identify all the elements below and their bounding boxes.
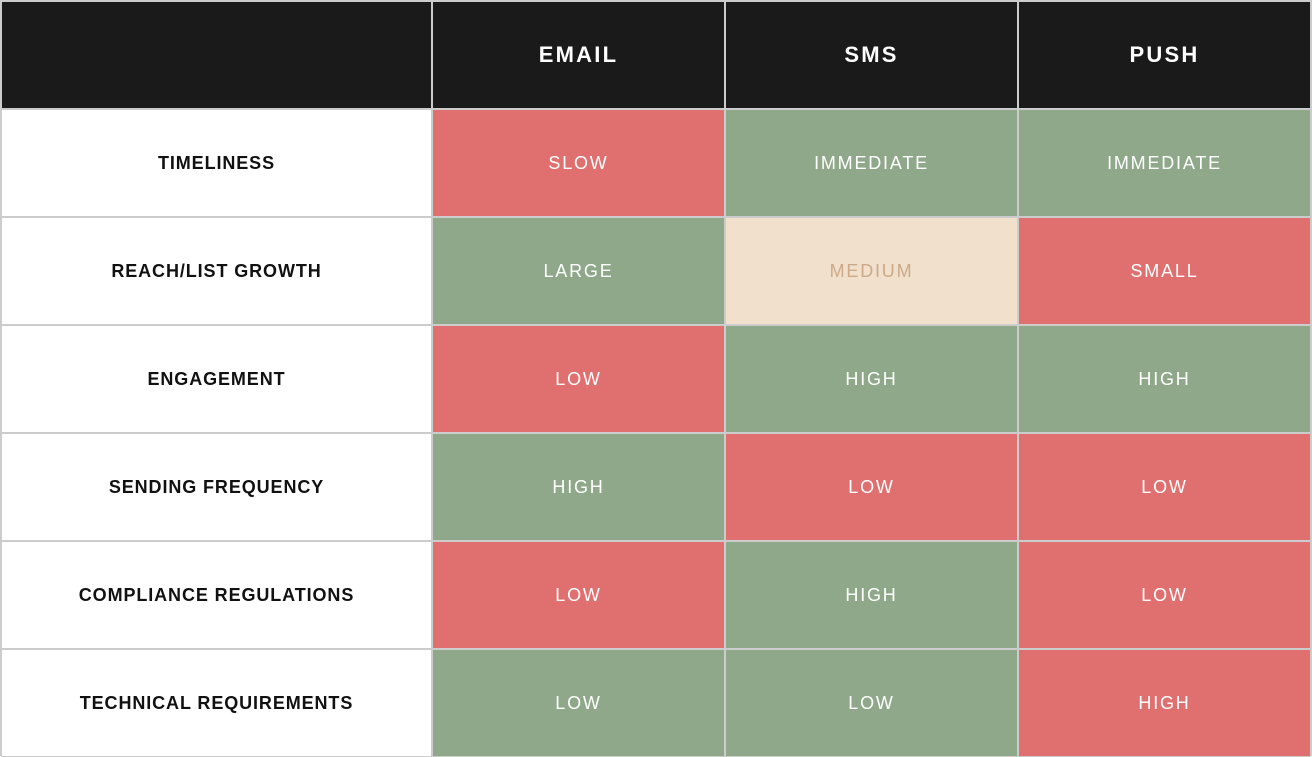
compliance-push-value: LOW [1141,585,1187,606]
engagement-sms-value: HIGH [845,369,897,390]
engagement-label: ENGAGEMENT [147,369,285,390]
sending-frequency-sms-value: LOW [848,477,894,498]
technical-push: HIGH [1018,649,1311,757]
reach-email-value: LARGE [543,261,613,282]
row-label-sending-frequency: SENDING FREQUENCY [1,433,432,541]
row-label-compliance: COMPLIANCE REGULATIONS [1,541,432,649]
header-email: EMAIL [432,1,725,109]
sending-frequency-sms: LOW [725,433,1018,541]
row-label-timeliness: TIMELINESS [1,109,432,217]
reach-label: REACH/LIST GROWTH [111,261,321,282]
technical-email: LOW [432,649,725,757]
reach-push-value: SMALL [1130,261,1198,282]
compliance-sms: HIGH [725,541,1018,649]
sending-frequency-email: HIGH [432,433,725,541]
sending-frequency-email-value: HIGH [552,477,604,498]
engagement-email-value: LOW [555,369,601,390]
reach-push: SMALL [1018,217,1311,325]
engagement-push-value: HIGH [1138,369,1190,390]
compliance-sms-value: HIGH [845,585,897,606]
row-label-reach: REACH/LIST GROWTH [1,217,432,325]
engagement-email: LOW [432,325,725,433]
engagement-sms: HIGH [725,325,1018,433]
technical-email-value: LOW [555,693,601,714]
sending-frequency-label: SENDING FREQUENCY [109,477,324,498]
row-label-engagement: ENGAGEMENT [1,325,432,433]
engagement-push: HIGH [1018,325,1311,433]
timeliness-sms: IMMEDIATE [725,109,1018,217]
reach-email: LARGE [432,217,725,325]
technical-push-value: HIGH [1138,693,1190,714]
compliance-email: LOW [432,541,725,649]
timeliness-sms-value: IMMEDIATE [814,153,929,174]
header-empty-cell [1,1,432,109]
timeliness-email: SLOW [432,109,725,217]
compliance-email-value: LOW [555,585,601,606]
header-push-label: PUSH [1130,42,1200,68]
header-push: PUSH [1018,1,1311,109]
technical-sms: LOW [725,649,1018,757]
header-email-label: EMAIL [539,42,618,68]
header-sms: SMS [725,1,1018,109]
comparison-table: EMAIL SMS PUSH TIMELINESS SLOW IMMEDIATE… [0,0,1312,756]
sending-frequency-push-value: LOW [1141,477,1187,498]
row-label-technical: TECHNICAL REQUIREMENTS [1,649,432,757]
compliance-label: COMPLIANCE REGULATIONS [79,585,354,606]
reach-sms-value: MEDIUM [830,261,914,282]
header-sms-label: SMS [844,42,898,68]
timeliness-label: TIMELINESS [158,153,275,174]
technical-label: TECHNICAL REQUIREMENTS [80,693,353,714]
timeliness-push: IMMEDIATE [1018,109,1311,217]
timeliness-email-value: SLOW [548,153,608,174]
timeliness-push-value: IMMEDIATE [1107,153,1222,174]
reach-sms: MEDIUM [725,217,1018,325]
sending-frequency-push: LOW [1018,433,1311,541]
compliance-push: LOW [1018,541,1311,649]
technical-sms-value: LOW [848,693,894,714]
